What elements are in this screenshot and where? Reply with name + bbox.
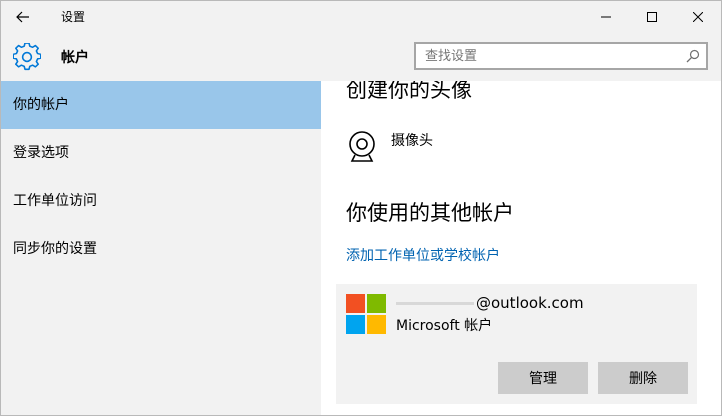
maximize-button[interactable] [629, 1, 675, 33]
camera-option[interactable]: 摄像头 [346, 129, 646, 169]
account-email: @outlook.com [396, 294, 584, 312]
window-title: 设置 [61, 10, 86, 24]
main-content[interactable]: 创建你的头像 摄像头 你使用的其他帐户 添加工作单位或学校帐户 @outlook… [321, 81, 721, 415]
close-button[interactable] [675, 1, 721, 33]
account-type: Microsoft 帐户 [396, 318, 493, 334]
avatar-section-title: 创建你的头像 [346, 81, 472, 102]
camera-label: 摄像头 [391, 133, 433, 149]
account-card[interactable]: @outlook.com Microsoft 帐户 管理 删除 [336, 284, 697, 404]
email-suffix: @outlook.com [476, 294, 584, 312]
title-bar: 设置 [1, 1, 721, 33]
masked-email-prefix [396, 302, 474, 305]
delete-button[interactable]: 删除 [598, 362, 688, 394]
sidebar-item-sync-settings[interactable]: 同步你的设置 [1, 225, 321, 273]
close-icon [693, 12, 703, 22]
sidebar-item-your-account[interactable]: 你的帐户 [1, 81, 321, 129]
sidebar-item-label: 登录选项 [13, 145, 69, 161]
search-box[interactable] [414, 42, 708, 70]
minimize-icon [601, 16, 611, 18]
page-title: 帐户 [61, 50, 89, 66]
sidebar-item-work-access[interactable]: 工作单位访问 [1, 177, 321, 225]
sidebar-item-sign-in-options[interactable]: 登录选项 [1, 129, 321, 177]
sidebar-item-label: 工作单位访问 [13, 193, 97, 209]
sidebar-item-label: 你的帐户 [13, 97, 69, 113]
other-accounts-title: 你使用的其他帐户 [346, 201, 514, 225]
minimize-button[interactable] [583, 1, 629, 33]
maximize-icon [647, 12, 657, 22]
add-work-school-account-link[interactable]: 添加工作单位或学校帐户 [346, 245, 500, 265]
search-icon[interactable] [686, 49, 700, 63]
page-header: 帐户 [1, 33, 721, 81]
settings-window: 设置 帐户 查找设置 你的帐户 登录选项 工作单位访问 同步你的设置 创建你的头… [0, 0, 722, 416]
camera-icon [349, 131, 375, 162]
sidebar: 你的帐户 登录选项 工作单位访问 同步你的设置 [1, 81, 321, 415]
sidebar-item-label: 同步你的设置 [13, 241, 97, 257]
manage-button[interactable]: 管理 [498, 362, 588, 394]
back-arrow-icon [16, 11, 29, 23]
gear-icon [13, 43, 41, 71]
microsoft-logo-icon [346, 294, 386, 334]
back-button[interactable] [7, 2, 39, 32]
search-input[interactable] [425, 47, 665, 65]
